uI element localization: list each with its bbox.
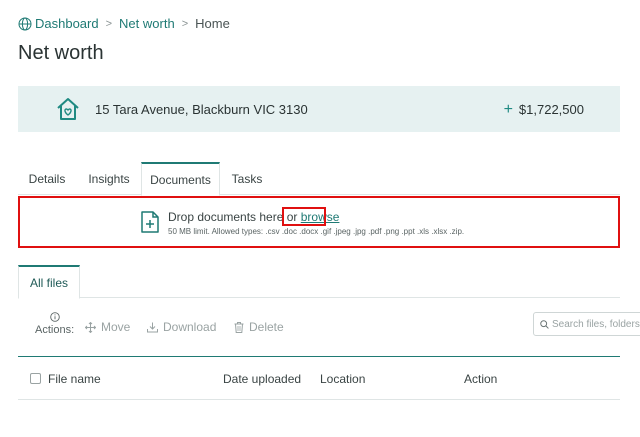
dropzone-instructions: Drop documents here or (168, 210, 298, 224)
browse-highlight (282, 207, 326, 226)
property-value-amount: $1,722,500 (518, 102, 584, 117)
actions-label: Actions: (35, 312, 74, 337)
tab-all-files[interactable]: All files (18, 265, 80, 299)
search-box[interactable] (533, 312, 640, 336)
move-icon (85, 321, 96, 333)
files-table-header: File name Date uploaded Location Action (18, 356, 620, 400)
dropzone-limits: 50 MB limit. Allowed types: .csv .doc .d… (168, 227, 465, 236)
breadcrumb-net-worth[interactable]: Net worth (119, 16, 175, 31)
delete-button[interactable]: Delete (234, 320, 284, 334)
tab-bar: Details Insights Documents Tasks (18, 162, 620, 196)
search-icon (540, 319, 549, 329)
breadcrumb-current: Home (195, 16, 230, 31)
delete-label: Delete (249, 320, 284, 334)
actions-label-text: Actions: (35, 324, 75, 336)
column-location[interactable]: Location (320, 372, 365, 386)
download-icon (147, 322, 158, 332)
download-button[interactable]: Download (147, 320, 216, 334)
search-input[interactable] (552, 318, 640, 330)
plus-icon: + (503, 101, 513, 118)
tab-tasks[interactable]: Tasks (221, 162, 273, 195)
property-value: + $1,722,500 (503, 101, 584, 118)
actions-bar: Actions: Move Download Delete (18, 310, 640, 350)
download-label: Download (163, 320, 217, 334)
breadcrumb-separator: > (181, 17, 189, 30)
column-action: Action (464, 372, 498, 386)
tab-insights[interactable]: Insights (78, 162, 140, 195)
column-file-name[interactable]: File name (48, 372, 101, 386)
move-label: Move (101, 320, 131, 334)
trash-icon (234, 321, 244, 333)
files-tab-bar: All files (18, 265, 620, 299)
tab-details[interactable]: Details (18, 162, 76, 195)
move-button[interactable]: Move (85, 320, 130, 334)
breadcrumb-separator: > (105, 17, 113, 30)
globe-icon (18, 17, 32, 30)
property-card[interactable]: 15 Tara Avenue, Blackburn VIC 3130 + $1,… (18, 86, 620, 132)
info-icon (49, 312, 60, 322)
column-date-uploaded[interactable]: Date uploaded (223, 372, 301, 386)
property-address: 15 Tara Avenue, Blackburn VIC 3130 (95, 102, 308, 117)
page-title: Net worth (18, 42, 104, 64)
select-all-checkbox[interactable] (30, 373, 41, 384)
house-heart-icon (57, 98, 79, 120)
upload-dropzone[interactable]: Drop documents here or browse 50 MB limi… (18, 196, 620, 248)
breadcrumb-dashboard[interactable]: Dashboard (35, 16, 99, 31)
file-add-icon (141, 211, 159, 233)
tab-documents[interactable]: Documents (141, 162, 220, 196)
breadcrumb: Dashboard > Net worth > Home (18, 16, 230, 31)
